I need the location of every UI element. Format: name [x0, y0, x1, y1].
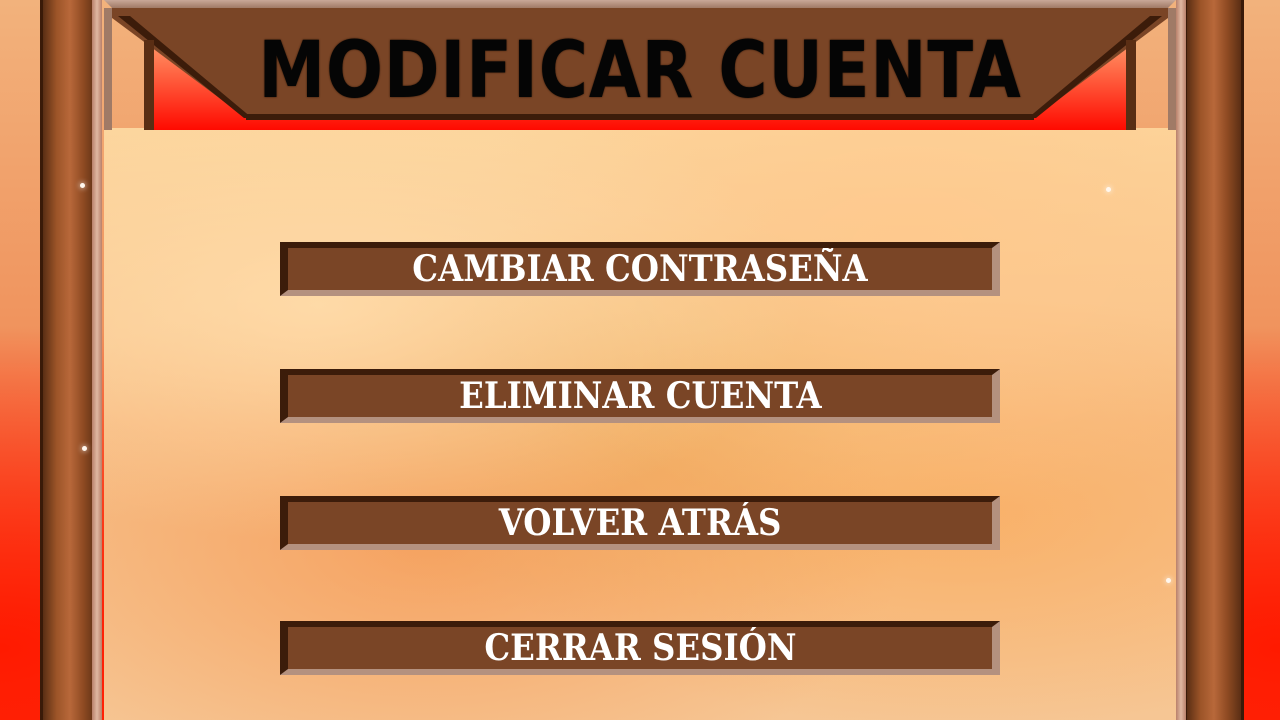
left-pillar — [40, 0, 100, 720]
delete-account-label: ELIMINAR CUENTA — [458, 375, 822, 417]
go-back-button[interactable]: VOLVER ATRÁS — [280, 496, 1000, 550]
right-pillar — [1184, 0, 1244, 720]
left-panel-edge — [92, 0, 102, 720]
sparkle — [1106, 187, 1111, 192]
logout-button[interactable]: CERRAR SESIÓN — [280, 621, 1000, 675]
sparkle — [80, 183, 85, 188]
change-password-label: CAMBIAR CONTRASEÑA — [412, 248, 868, 290]
screen-title: MODIFICAR CUENTA — [258, 26, 1022, 116]
logout-label: CERRAR SESIÓN — [483, 627, 797, 669]
go-back-label: VOLVER ATRÁS — [498, 502, 782, 544]
sparkle — [1166, 578, 1171, 583]
change-password-button[interactable]: CAMBIAR CONTRASEÑA — [280, 242, 1000, 296]
delete-account-button[interactable]: ELIMINAR CUENTA — [280, 369, 1000, 423]
sparkle — [82, 446, 87, 451]
right-panel-edge — [1176, 0, 1186, 720]
